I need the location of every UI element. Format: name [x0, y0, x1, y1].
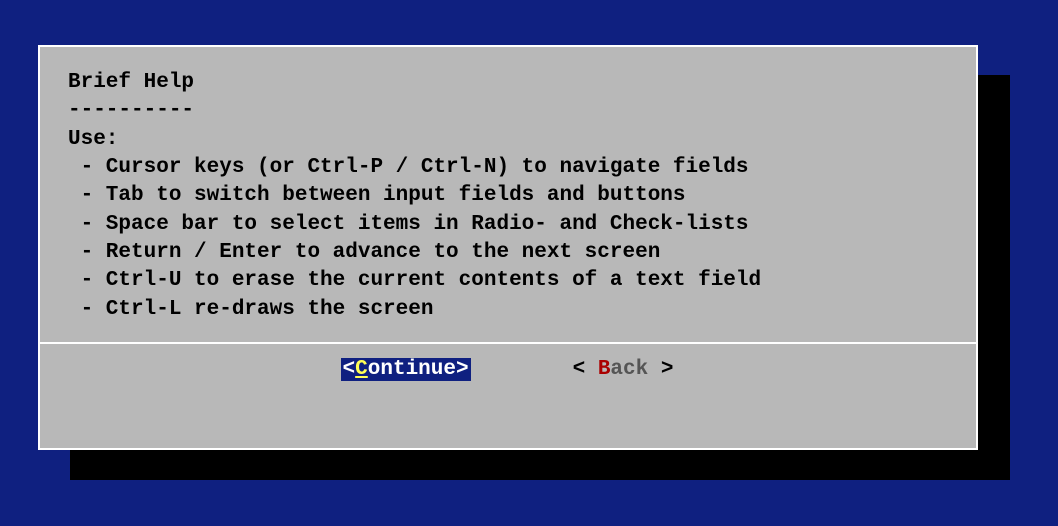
help-dialog: Brief Help ---------- Use: - Cursor keys… [38, 45, 978, 450]
help-item: - Tab to switch between input fields and… [68, 184, 686, 207]
help-item: - Space bar to select items in Radio- an… [68, 213, 749, 236]
help-item: - Return / Enter to advance to the next … [68, 241, 660, 264]
back-button[interactable]: < Back > [571, 358, 676, 381]
help-item: - Cursor keys (or Ctrl-P / Ctrl-N) to na… [68, 156, 749, 179]
continue-button[interactable]: <Continue> [341, 358, 471, 381]
help-content: Brief Help ---------- Use: - Cursor keys… [40, 47, 976, 336]
back-hotkey: B [598, 358, 611, 381]
button-row: <Continue> < Back > [40, 344, 976, 381]
help-item: - Ctrl-U to erase the current contents o… [68, 269, 761, 292]
help-intro: Use: [68, 128, 118, 151]
help-item: - Ctrl-L re-draws the screen [68, 298, 433, 321]
continue-hotkey: C [355, 358, 368, 381]
help-title-underline: ---------- [68, 99, 194, 122]
help-title: Brief Help [68, 71, 194, 94]
